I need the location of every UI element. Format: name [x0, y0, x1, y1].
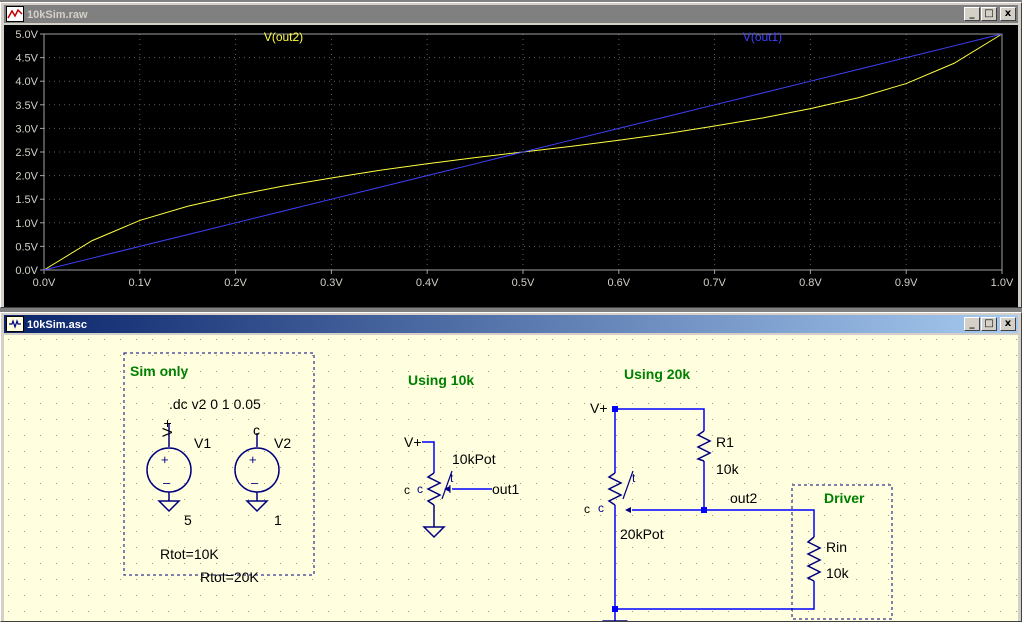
maximize-button[interactable]: □: [981, 7, 997, 21]
plot-area[interactable]: 0.0V 0.1V 0.2V 0.3V 0.4V 0.5V 0.6V 0.7V 0.8V 0.9V…: [4, 25, 1018, 307]
v2-name[interactable]: V2: [274, 435, 291, 451]
y-tick-label: 1.5V: [15, 194, 38, 206]
y-tick-label: 3.0V: [15, 123, 38, 135]
schematic-window[interactable]: 10kSim.asc _ □ x Sim only .dc v2 0 1 0.0…: [0, 312, 1022, 622]
schematic-canvas[interactable]: Sim only .dc v2 0 1 0.05 + – V+ V1 5 + –: [4, 335, 1018, 621]
svg-text:–: –: [163, 475, 171, 490]
x-tick-label: 0.7V: [703, 277, 726, 289]
x-tick-label: 0.1V: [128, 277, 151, 289]
rin-value[interactable]: 10k: [826, 565, 850, 581]
pot20-name[interactable]: 20kPot: [620, 526, 664, 542]
svg-text:+: +: [161, 452, 169, 467]
x-tick-label: 1.0V: [991, 277, 1014, 289]
maximize-button[interactable]: □: [981, 317, 997, 331]
junction-dot: [612, 606, 618, 612]
schematic-titlebar[interactable]: 10kSim.asc _ □ x: [4, 315, 1018, 333]
x-tick-label: 0.0V: [33, 277, 56, 289]
plot-window-title: 10kSim.raw: [27, 8, 88, 21]
legend-entry: V(out1): [743, 30, 782, 44]
x-tick-label: 0.6V: [607, 277, 630, 289]
x-tick-label: 0.9V: [895, 277, 918, 289]
dc-directive[interactable]: .dc v2 0 1 0.05: [169, 396, 261, 412]
plot-window[interactable]: 10kSim.raw _ □ x 0.0V 0.1V 0.2V 0.3V 0.4V 0.5…: [0, 2, 1022, 308]
using-20k-label[interactable]: Using 20k: [624, 366, 690, 382]
y-tick-label: 2.5V: [15, 147, 38, 159]
junction-dot: [701, 507, 707, 513]
y-tick-label: 0.5V: [15, 241, 38, 253]
pot10-name[interactable]: 10kPot: [452, 451, 496, 467]
x-tick-label: 0.8V: [799, 277, 822, 289]
rin-name[interactable]: Rin: [826, 539, 847, 555]
rtot-10k-param[interactable]: Rtot=10K: [160, 546, 219, 562]
close-button[interactable]: x: [1000, 317, 1016, 331]
minimize-button[interactable]: _: [964, 7, 980, 21]
minimize-button[interactable]: _: [964, 317, 980, 331]
v1-value[interactable]: 5: [184, 512, 192, 528]
y-tick-label: 4.5V: [15, 53, 38, 65]
using-10k-label[interactable]: Using 10k: [408, 372, 474, 388]
out1-net-label[interactable]: out1: [492, 481, 519, 497]
out2-net-label[interactable]: out2: [730, 490, 757, 506]
vplus-label-20k[interactable]: V+: [590, 400, 608, 416]
plot-titlebar[interactable]: 10kSim.raw _ □ x: [4, 5, 1018, 23]
legend-entry: V(out2): [264, 30, 303, 44]
r1-value[interactable]: 10k: [716, 461, 740, 477]
schematic-icon: [6, 316, 24, 332]
x-tick-label: 0.5V: [512, 277, 535, 289]
y-tick-label: 2.0V: [15, 171, 38, 183]
close-button[interactable]: x: [1000, 7, 1016, 21]
junction-dot: [612, 406, 618, 412]
pot20-c-external: c: [584, 502, 590, 516]
v2-node-label: c: [253, 422, 260, 438]
v1-node-label: V+: [159, 419, 175, 437]
waveform-chart[interactable]: 0.0V 0.1V 0.2V 0.3V 0.4V 0.5V 0.6V 0.7V 0.8V 0.9V…: [4, 25, 1018, 307]
svg-text:–: –: [251, 475, 259, 490]
rtot-20k-param[interactable]: Rtot=20K: [200, 569, 259, 585]
vplus-label-10k[interactable]: V+: [404, 434, 422, 450]
pot10-c-pin: c: [417, 482, 423, 496]
waveform-icon: [6, 6, 24, 22]
x-tick-label: 0.3V: [320, 277, 343, 289]
x-tick-label: 0.2V: [224, 277, 247, 289]
y-tick-label: 5.0V: [15, 29, 38, 41]
schematic-window-title: 10kSim.asc: [27, 318, 87, 331]
sim-only-label[interactable]: Sim only: [130, 363, 189, 379]
v2-value[interactable]: 1: [274, 512, 282, 528]
driver-label[interactable]: Driver: [824, 490, 865, 506]
y-tick-label: 1.0V: [15, 218, 38, 230]
pot20-c-pin: c: [598, 501, 604, 515]
svg-text:+: +: [249, 452, 257, 467]
v1-name[interactable]: V1: [194, 435, 211, 451]
x-tick-label: 0.4V: [416, 277, 439, 289]
y-tick-label: 3.5V: [15, 100, 38, 112]
r1-name[interactable]: R1: [716, 434, 734, 450]
y-tick-label: 0.0V: [15, 265, 38, 277]
pot10-c-external: c: [404, 483, 410, 497]
y-tick-label: 4.0V: [15, 76, 38, 88]
